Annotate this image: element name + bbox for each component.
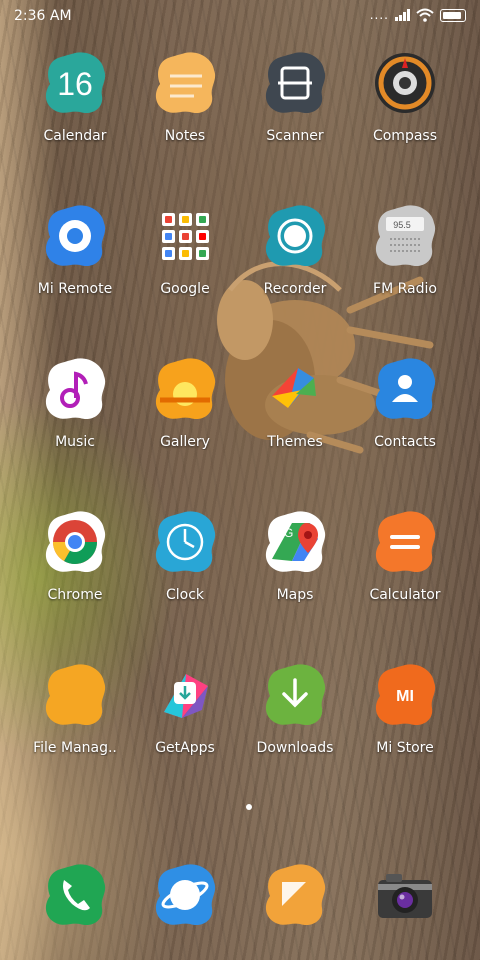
dock-camera[interactable] [372, 862, 438, 928]
app-label: Recorder [263, 281, 327, 297]
app-clock[interactable]: Clock [130, 509, 240, 619]
downloads-icon [262, 662, 328, 728]
mi-remote-icon [42, 203, 108, 269]
app-label: Contacts [374, 434, 436, 450]
status-bar: 2:36 AM .... [0, 0, 480, 34]
app-mi-remote[interactable]: Mi Remote [20, 203, 130, 313]
maps-icon: G [262, 509, 328, 575]
mi-logo: MI [396, 688, 414, 705]
recorder-icon [262, 203, 328, 269]
themes-icon [262, 356, 328, 422]
app-label: Compass [372, 128, 438, 144]
page-indicator-dot[interactable] [246, 804, 252, 810]
app-label: File Manag.. [33, 740, 117, 756]
app-label: Mi Remote [37, 281, 113, 297]
app-label: Downloads [256, 740, 334, 756]
camera-icon [372, 874, 438, 932]
calculator-icon [372, 509, 438, 575]
gallery-icon [152, 356, 218, 422]
app-google-folder[interactable]: Google [130, 203, 240, 313]
app-label: Google [160, 281, 210, 297]
status-icons: .... [370, 8, 466, 22]
svg-text:G: G [284, 526, 293, 540]
chrome-icon [42, 509, 108, 575]
app-file-manager[interactable]: File Manag.. [20, 662, 130, 772]
app-label: Calendar [43, 128, 107, 144]
dock-security[interactable] [262, 862, 328, 928]
app-recorder[interactable]: Recorder [240, 203, 350, 313]
app-mi-store[interactable]: MI Mi Store [350, 662, 460, 772]
mi-store-icon: MI [372, 662, 438, 728]
signal-bars-icon [395, 9, 410, 21]
app-compass[interactable]: Compass [350, 50, 460, 160]
fm-frequency: 95.5 [393, 220, 411, 230]
app-label: FM Radio [373, 281, 437, 297]
app-label: Notes [164, 128, 206, 144]
app-label: Gallery [160, 434, 210, 450]
app-label: Mi Store [376, 740, 434, 756]
getapps-icon [152, 662, 218, 728]
app-getapps[interactable]: GetApps [130, 662, 240, 772]
fm-radio-icon: 95.5 [372, 203, 438, 269]
app-label: Maps [276, 587, 314, 603]
signal-dots-icon: .... [369, 8, 389, 22]
app-gallery[interactable]: Gallery [130, 356, 240, 466]
contacts-icon [372, 356, 438, 422]
app-scanner[interactable]: Scanner [240, 50, 350, 160]
app-chrome[interactable]: Chrome [20, 509, 130, 619]
calendar-icon: 16 [42, 50, 108, 116]
app-fm-radio[interactable]: 95.5 FM Radio [350, 203, 460, 313]
app-calculator[interactable]: Calculator [350, 509, 460, 619]
dock-browser[interactable] [152, 862, 218, 928]
app-themes[interactable]: Themes [240, 356, 350, 466]
app-contacts[interactable]: Contacts [350, 356, 460, 466]
app-label: Calculator [369, 587, 441, 603]
phone-icon [42, 864, 108, 932]
clock-icon [152, 509, 218, 575]
app-label: Clock [165, 587, 205, 603]
app-label: Themes [267, 434, 323, 450]
app-calendar[interactable]: 16 Calendar [20, 50, 130, 160]
app-label: Music [55, 434, 95, 450]
app-label: Scanner [266, 128, 324, 144]
scanner-icon [262, 50, 328, 116]
browser-icon [152, 864, 218, 932]
compass-icon [372, 50, 438, 116]
app-label: GetApps [155, 740, 215, 756]
notes-icon [152, 50, 218, 116]
calendar-day: 16 [57, 66, 93, 102]
file-manager-icon [42, 662, 108, 728]
status-time: 2:36 AM [14, 8, 72, 24]
wifi-icon [416, 8, 434, 22]
app-downloads[interactable]: Downloads [240, 662, 350, 772]
battery-icon [440, 8, 466, 22]
app-label: Chrome [47, 587, 103, 603]
dock-phone[interactable] [42, 862, 108, 928]
music-icon [42, 356, 108, 422]
app-notes[interactable]: Notes [130, 50, 240, 160]
app-music[interactable]: Music [20, 356, 130, 466]
security-icon [262, 864, 328, 932]
google-folder-icon [152, 203, 218, 269]
app-maps[interactable]: G Maps [240, 509, 350, 619]
